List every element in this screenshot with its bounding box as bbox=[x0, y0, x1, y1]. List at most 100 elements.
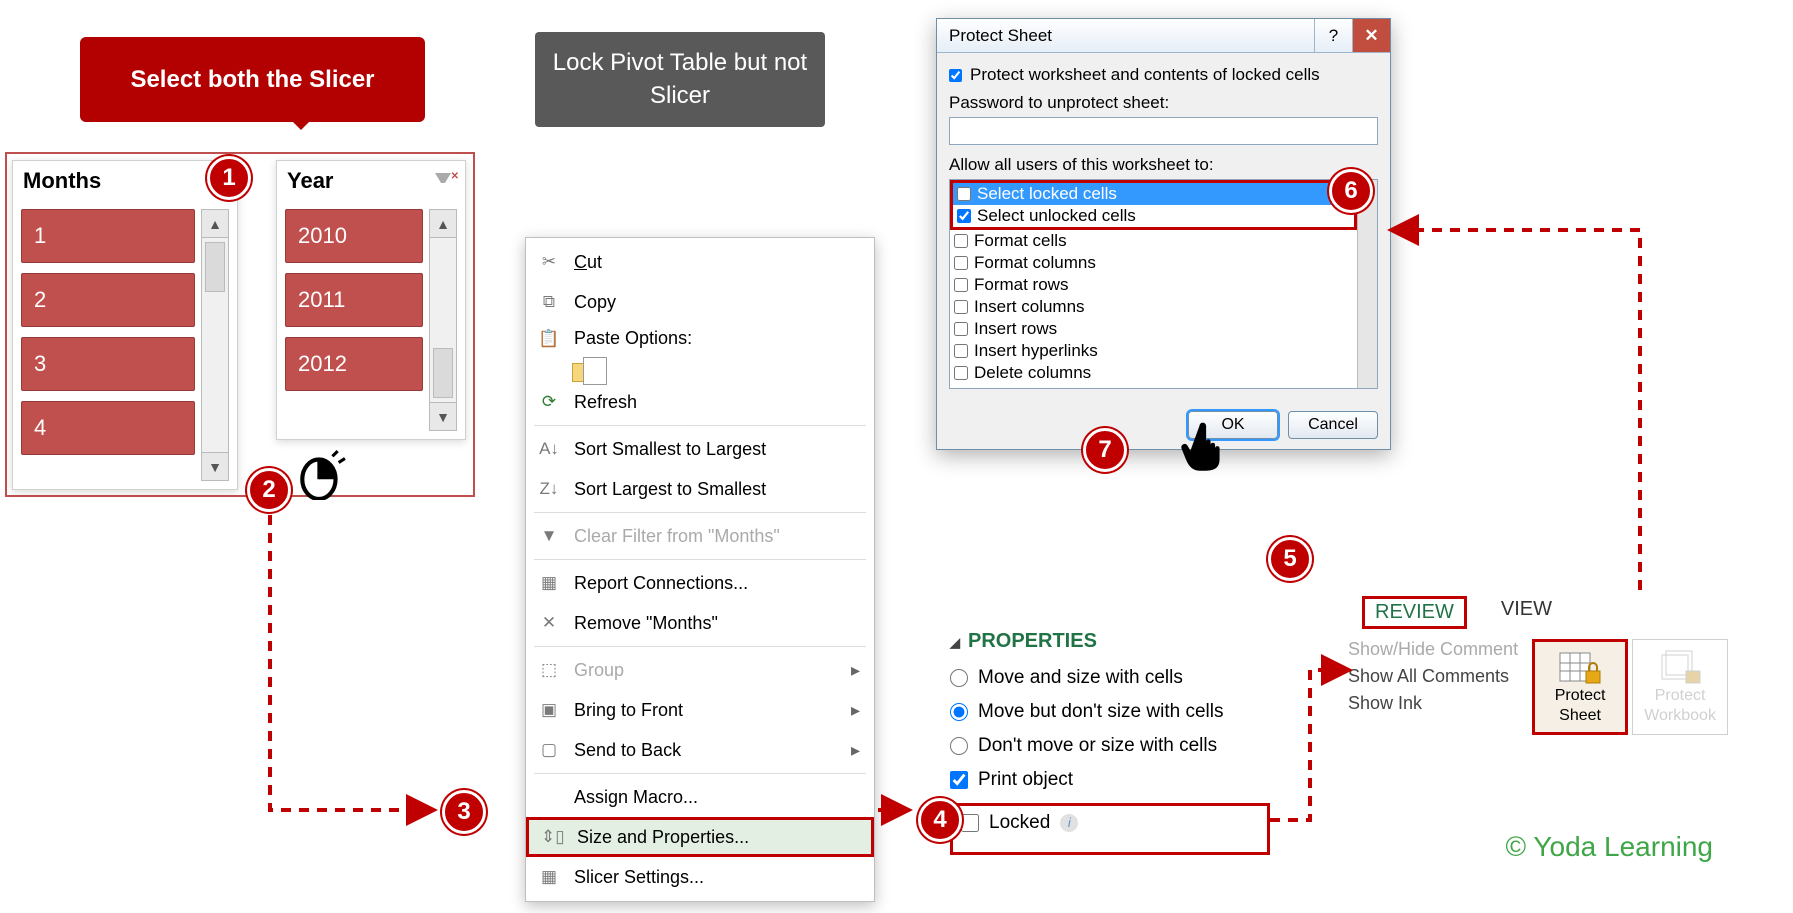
protect-workbook-button[interactable]: ProtectWorkbook bbox=[1632, 639, 1728, 735]
perm-insert-hyperlinks[interactable]: Insert hyperlinks bbox=[950, 340, 1357, 362]
settings-icon: ▦ bbox=[538, 867, 560, 887]
protect-sheet-button[interactable]: ProtectSheet bbox=[1532, 639, 1628, 735]
menu-bring-front[interactable]: ▣Bring to Front▸ bbox=[526, 690, 874, 730]
perm-select-unlocked[interactable]: Select unlocked cells bbox=[953, 205, 1354, 227]
slicer-item[interactable]: 3 bbox=[21, 337, 195, 391]
send-back-icon: ▢ bbox=[538, 740, 560, 760]
submenu-arrow-icon: ▸ bbox=[851, 740, 860, 761]
menu-assign-macro[interactable]: Assign Macro... bbox=[526, 777, 874, 817]
perm-insert-rows[interactable]: Insert rows bbox=[950, 318, 1357, 340]
perm-format-cells[interactable]: Format cells bbox=[950, 230, 1357, 252]
perm-delete-rows[interactable]: Delete rows bbox=[950, 384, 1357, 388]
context-menu[interactable]: ✂CuCutt ⧉Copy 📋Paste Options: ⟳Refresh A… bbox=[525, 237, 875, 902]
paste-icon: 📋 bbox=[538, 329, 560, 349]
scrollbar[interactable]: ▲▼ bbox=[201, 209, 229, 481]
password-input[interactable] bbox=[949, 117, 1378, 145]
perm-insert-columns[interactable]: Insert columns bbox=[950, 296, 1357, 318]
clear-filter-icon[interactable] bbox=[431, 169, 455, 193]
close-icon[interactable]: ✕ bbox=[1352, 19, 1390, 52]
callout-select-slicer: Select both the Slicer bbox=[80, 37, 425, 122]
slicer-months[interactable]: Months 1 2 3 4 ▲▼ bbox=[12, 160, 238, 490]
properties-header[interactable]: PROPERTIES bbox=[950, 630, 1270, 653]
protect-workbook-icon bbox=[1658, 649, 1702, 685]
scrollbar[interactable] bbox=[1357, 180, 1377, 388]
prop-print-object[interactable]: Print object bbox=[950, 769, 1270, 791]
submenu-arrow-icon: ▸ bbox=[851, 660, 860, 681]
menu-group: ⬚Group▸ bbox=[526, 650, 874, 690]
group-icon: ⬚ bbox=[538, 660, 560, 680]
cmd-show-hide-comment: Show/Hide Comment bbox=[1348, 639, 1518, 660]
menu-remove[interactable]: ✕Remove "Months" bbox=[526, 603, 874, 643]
perm-select-locked[interactable]: Select locked cells bbox=[953, 183, 1354, 205]
sort-desc-icon: Z↓ bbox=[538, 479, 560, 499]
cmd-show-all-comments[interactable]: Show All Comments bbox=[1348, 666, 1518, 687]
step-badge-7: 7 bbox=[1083, 428, 1127, 472]
menu-refresh[interactable]: ⟳Refresh bbox=[526, 382, 874, 422]
allow-label: Allow all users of this worksheet to: bbox=[949, 155, 1378, 175]
step-badge-4: 4 bbox=[918, 798, 962, 842]
scrollbar[interactable]: ▲▼ bbox=[429, 209, 457, 431]
step-badge-3: 3 bbox=[442, 790, 486, 834]
slicer-item[interactable]: 2010 bbox=[285, 209, 423, 263]
properties-panel: PROPERTIES Move and size with cells Move… bbox=[950, 630, 1270, 855]
refresh-icon: ⟳ bbox=[538, 392, 560, 412]
paste-option-icon[interactable] bbox=[572, 363, 602, 382]
step-badge-1: 1 bbox=[207, 156, 251, 200]
slicer-months-title: Months bbox=[23, 168, 101, 194]
slicer-item[interactable]: 2012 bbox=[285, 337, 423, 391]
cancel-button[interactable]: Cancel bbox=[1288, 411, 1378, 439]
prop-move-nosize[interactable]: Move but don't size with cells bbox=[950, 701, 1270, 723]
remove-icon: ✕ bbox=[538, 613, 560, 633]
copy-icon: ⧉ bbox=[538, 292, 560, 312]
copyright: © Yoda Learning bbox=[1506, 831, 1713, 863]
menu-clear-filter: ▼Clear Filter from "Months" bbox=[526, 516, 874, 556]
ribbon-review-group: REVIEW VIEW Show/Hide Comment Show All C… bbox=[1348, 596, 1778, 735]
step-badge-5: 5 bbox=[1268, 537, 1312, 581]
tab-review[interactable]: REVIEW bbox=[1362, 596, 1467, 629]
clear-filter-icon: ▼ bbox=[538, 526, 560, 546]
slicer-item[interactable]: 2 bbox=[21, 273, 195, 327]
protect-sheet-dialog[interactable]: Protect Sheet ?✕ Protect worksheet and c… bbox=[936, 18, 1391, 450]
bring-front-icon: ▣ bbox=[538, 700, 560, 720]
info-icon[interactable]: i bbox=[1060, 814, 1078, 832]
cursor-hand-icon bbox=[1177, 417, 1233, 473]
step-badge-6: 6 bbox=[1329, 169, 1373, 213]
cmd-show-ink[interactable]: Show Ink bbox=[1348, 693, 1518, 714]
step-badge-2: 2 bbox=[247, 468, 291, 512]
menu-paste-options[interactable]: 📋Paste Options: bbox=[526, 322, 874, 382]
perm-format-columns[interactable]: Format columns bbox=[950, 252, 1357, 274]
permissions-list[interactable]: Select locked cells Select unlocked cell… bbox=[949, 179, 1378, 389]
tab-view[interactable]: VIEW bbox=[1501, 596, 1552, 629]
menu-size-properties[interactable]: ⇕▯Size and Properties... bbox=[526, 817, 874, 857]
menu-copy[interactable]: ⧉Copy bbox=[526, 282, 874, 322]
submenu-arrow-icon: ▸ bbox=[851, 700, 860, 721]
menu-report-connections[interactable]: ▦Report Connections... bbox=[526, 563, 874, 603]
protect-sheet-icon bbox=[1558, 649, 1602, 685]
password-label: Password to unprotect sheet: bbox=[949, 93, 1378, 113]
flow-arrows bbox=[0, 0, 1793, 913]
cut-icon: ✂ bbox=[538, 252, 560, 272]
slicer-item[interactable]: 2011 bbox=[285, 273, 423, 327]
sort-asc-icon: A↓ bbox=[538, 439, 560, 459]
connections-icon: ▦ bbox=[538, 573, 560, 593]
slicer-year[interactable]: Year 2010 2011 2012 ▲▼ bbox=[276, 160, 466, 440]
size-icon: ⇕▯ bbox=[541, 827, 563, 847]
prop-nomove-nosize[interactable]: Don't move or size with cells bbox=[950, 735, 1270, 757]
diagram-title: Lock Pivot Table but not Slicer bbox=[535, 32, 825, 127]
prop-locked[interactable]: Locked i bbox=[961, 812, 1259, 834]
help-icon[interactable]: ? bbox=[1314, 19, 1352, 52]
slicer-year-title: Year bbox=[287, 168, 334, 194]
menu-sort-desc[interactable]: Z↓Sort Largest to Smallest bbox=[526, 469, 874, 509]
protect-worksheet-checkbox[interactable] bbox=[949, 69, 962, 82]
menu-slicer-settings[interactable]: ▦Slicer Settings... bbox=[526, 857, 874, 897]
menu-sort-asc[interactable]: A↓Sort Smallest to Largest bbox=[526, 429, 874, 469]
slicer-item[interactable]: 4 bbox=[21, 401, 195, 455]
menu-send-back[interactable]: ▢Send to Back▸ bbox=[526, 730, 874, 770]
perm-delete-columns[interactable]: Delete columns bbox=[950, 362, 1357, 384]
prop-move-size[interactable]: Move and size with cells bbox=[950, 667, 1270, 689]
dialog-titlebar[interactable]: Protect Sheet ?✕ bbox=[937, 19, 1390, 53]
slicer-item[interactable]: 1 bbox=[21, 209, 195, 263]
perm-format-rows[interactable]: Format rows bbox=[950, 274, 1357, 296]
right-click-icon bbox=[295, 448, 347, 500]
menu-cut[interactable]: ✂CuCutt bbox=[526, 242, 874, 282]
